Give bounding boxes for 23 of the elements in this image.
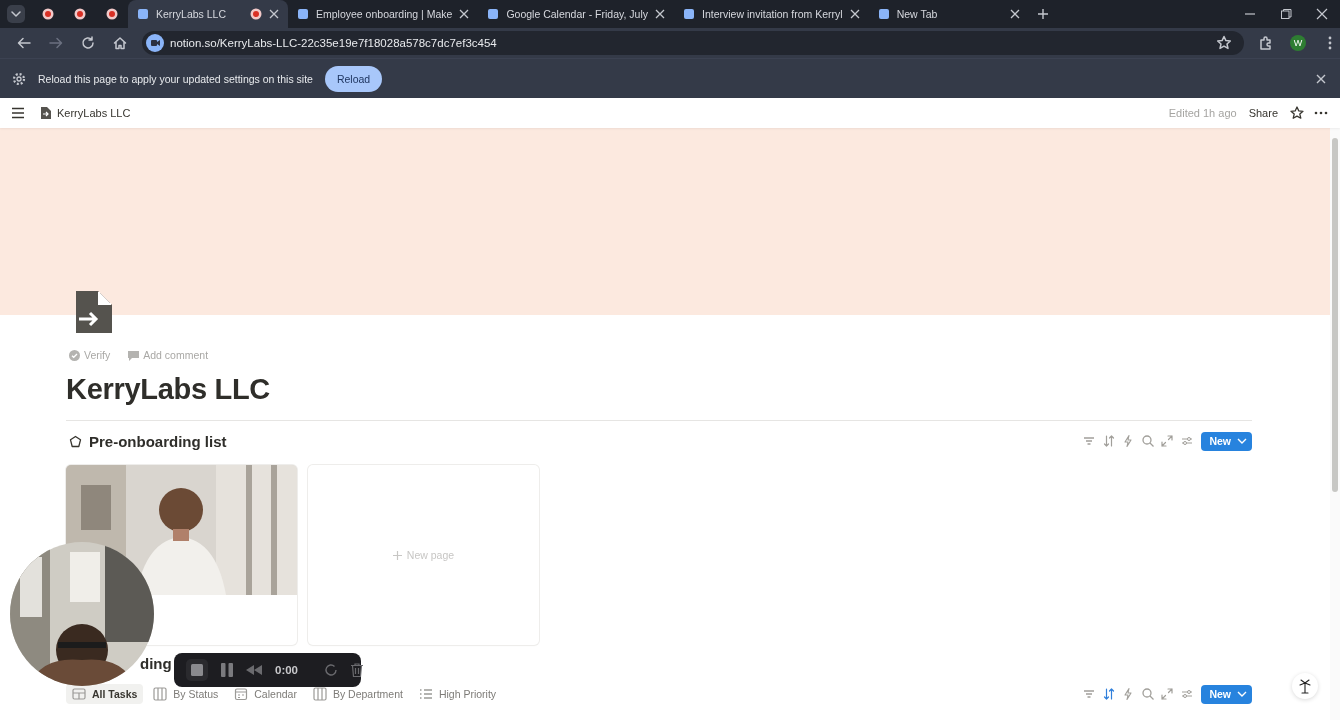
breadcrumb-link[interactable]: KerryLabs LLC [41, 107, 131, 119]
browser-tab[interactable]: Google Calendar - Friday, July [478, 0, 675, 28]
view-tab[interactable]: By Status [147, 684, 225, 704]
new-button[interactable]: New [1201, 431, 1252, 451]
browser-tab[interactable]: Interview invitation from Kerryl [674, 0, 869, 28]
view-tab[interactable]: Calendar [228, 684, 303, 704]
new-button[interactable]: New [1201, 684, 1252, 704]
recording-time: 0:00 [275, 664, 299, 676]
share-button[interactable]: Share [1246, 107, 1280, 119]
page-title: KerryLabs LLC [66, 373, 271, 406]
database-title: ding [140, 654, 172, 672]
address-bar[interactable]: notion.so/KerryLabs-LLC-22c35e19e7f18028a578c7dc7ef3c454 [142, 31, 1244, 55]
edited-time: Edited 1h ago [1168, 107, 1237, 119]
profile-avatar[interactable]: W [1290, 35, 1306, 51]
infobar-message: Reload this page to apply your updated settings on this site [38, 72, 313, 85]
reload-button[interactable]: Reload [324, 65, 383, 92]
view-tab[interactable]: All Tasks [66, 684, 144, 704]
browser-tab[interactable]: Employee onboarding | Make [288, 0, 479, 28]
database-title: Pre-onboarding list [89, 432, 227, 450]
view-tab[interactable]: High Priority [412, 684, 503, 704]
view-tab[interactable]: By Department [306, 684, 409, 704]
browser-tab[interactable]: New Tab [868, 0, 1029, 28]
browser-tab[interactable]: KerryLabs LLC [128, 0, 288, 28]
